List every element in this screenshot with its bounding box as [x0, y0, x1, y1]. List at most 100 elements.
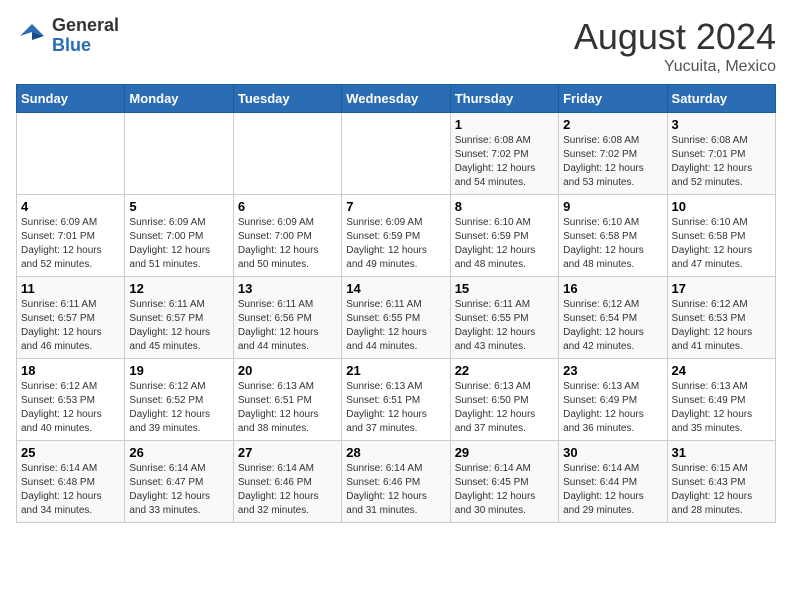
day-number: 18 [21, 363, 120, 378]
day-detail: Sunrise: 6:12 AMSunset: 6:53 PMDaylight:… [21, 380, 120, 436]
day-cell: 13 Sunrise: 6:11 AMSunset: 6:56 PMDayligh… [233, 277, 341, 359]
day-number: 2 [563, 117, 662, 132]
day-detail: Sunrise: 6:10 AMSunset: 6:58 PMDaylight:… [672, 216, 771, 272]
day-cell: 8 Sunrise: 6:10 AMSunset: 6:59 PMDaylight… [450, 195, 558, 277]
day-cell: 15Sunrise: 6:11 AMSunset: 6:55 PMDayligh… [450, 277, 558, 359]
calendar-header: SundayMondayTuesdayWednesdayThursdayFrid… [17, 85, 776, 113]
day-cell: 3 Sunrise: 6:08 AMSunset: 7:01 PMDaylight… [667, 113, 775, 195]
day-number: 23 [563, 363, 662, 378]
header-day-wednesday: Wednesday [342, 85, 450, 113]
day-cell: 22 Sunrise: 6:13 AMSunset: 6:50 PMDayligh… [450, 359, 558, 441]
day-number: 13 [238, 281, 337, 296]
day-number: 6 [238, 199, 337, 214]
day-detail: Sunrise: 6:14 AMSunset: 6:46 PMDaylight:… [346, 462, 445, 518]
day-number: 22 [455, 363, 554, 378]
header-day-saturday: Saturday [667, 85, 775, 113]
day-detail: Sunrise: 6:11 AMSunset: 6:56 PMDaylight:… [238, 298, 337, 354]
day-number: 8 [455, 199, 554, 214]
day-number: 9 [563, 199, 662, 214]
day-number: 14 [346, 281, 445, 296]
header-day-friday: Friday [559, 85, 667, 113]
week-row-2: 11 Sunrise: 6:11 AMSunset: 6:57 PMDayligh… [17, 277, 776, 359]
day-cell: 12 Sunrise: 6:11 AMSunset: 6:57 PMDayligh… [125, 277, 233, 359]
day-cell [125, 113, 233, 195]
day-number: 10 [672, 199, 771, 214]
day-number: 21 [346, 363, 445, 378]
day-cell: 21 Sunrise: 6:13 AMSunset: 6:51 PMDayligh… [342, 359, 450, 441]
day-detail: Sunrise: 6:11 AMSunset: 6:57 PMDaylight:… [129, 298, 228, 354]
calendar-body: 1 Sunrise: 6:08 AMSunset: 7:02 PMDaylight… [17, 113, 776, 523]
day-cell: 7Sunrise: 6:09 AMSunset: 6:59 PMDaylight… [342, 195, 450, 277]
day-detail: Sunrise: 6:14 AMSunset: 6:46 PMDaylight:… [238, 462, 337, 518]
day-detail: Sunrise: 6:12 AMSunset: 6:53 PMDaylight:… [672, 298, 771, 354]
day-detail: Sunrise: 6:09 AMSunset: 7:01 PMDaylight:… [21, 216, 120, 272]
logo-text: General Blue [52, 16, 119, 56]
header-day-monday: Monday [125, 85, 233, 113]
day-detail: Sunrise: 6:08 AMSunset: 7:01 PMDaylight:… [672, 134, 771, 190]
day-detail: Sunrise: 6:13 AMSunset: 6:50 PMDaylight:… [455, 380, 554, 436]
day-cell: 18 Sunrise: 6:12 AMSunset: 6:53 PMDayligh… [17, 359, 125, 441]
month-title: August 2024 [574, 16, 776, 58]
day-detail: Sunrise: 6:13 AMSunset: 6:51 PMDaylight:… [346, 380, 445, 436]
day-detail: Sunrise: 6:14 AMSunset: 6:47 PMDaylight:… [129, 462, 228, 518]
day-detail: Sunrise: 6:13 AMSunset: 6:49 PMDaylight:… [672, 380, 771, 436]
day-cell: 11Sunrise: 6:11 AMSunset: 6:57 PMDayligh… [17, 277, 125, 359]
day-cell [233, 113, 341, 195]
week-row-1: 4 Sunrise: 6:09 AMSunset: 7:01 PMDaylight… [17, 195, 776, 277]
day-cell: 6 Sunrise: 6:09 AMSunset: 7:00 PMDaylight… [233, 195, 341, 277]
day-number: 19 [129, 363, 228, 378]
day-detail: Sunrise: 6:08 AMSunset: 7:02 PMDaylight:… [455, 134, 554, 190]
day-detail: Sunrise: 6:11 AMSunset: 6:55 PMDaylight:… [346, 298, 445, 354]
header-day-thursday: Thursday [450, 85, 558, 113]
logo: General Blue [16, 16, 119, 56]
day-cell [17, 113, 125, 195]
week-row-4: 25Sunrise: 6:14 AMSunset: 6:48 PMDayligh… [17, 441, 776, 523]
day-number: 29 [455, 445, 554, 460]
page-header: General Blue August 2024 Yucuita, Mexico [16, 16, 776, 76]
day-detail: Sunrise: 6:14 AMSunset: 6:45 PMDaylight:… [455, 462, 554, 518]
day-detail: Sunrise: 6:13 AMSunset: 6:51 PMDaylight:… [238, 380, 337, 436]
day-cell: 17 Sunrise: 6:12 AMSunset: 6:53 PMDayligh… [667, 277, 775, 359]
day-detail: Sunrise: 6:12 AMSunset: 6:52 PMDaylight:… [129, 380, 228, 436]
day-cell: 4 Sunrise: 6:09 AMSunset: 7:01 PMDaylight… [17, 195, 125, 277]
day-cell: 14 Sunrise: 6:11 AMSunset: 6:55 PMDayligh… [342, 277, 450, 359]
day-cell: 29 Sunrise: 6:14 AMSunset: 6:45 PMDayligh… [450, 441, 558, 523]
day-detail: Sunrise: 6:10 AMSunset: 6:59 PMDaylight:… [455, 216, 554, 272]
day-cell: 30Sunrise: 6:14 AMSunset: 6:44 PMDayligh… [559, 441, 667, 523]
day-detail: Sunrise: 6:09 AMSunset: 7:00 PMDaylight:… [238, 216, 337, 272]
day-cell: 10 Sunrise: 6:10 AMSunset: 6:58 PMDayligh… [667, 195, 775, 277]
day-number: 11 [21, 281, 120, 296]
day-cell: 19 Sunrise: 6:12 AMSunset: 6:52 PMDayligh… [125, 359, 233, 441]
day-number: 3 [672, 117, 771, 132]
day-number: 17 [672, 281, 771, 296]
day-number: 1 [455, 117, 554, 132]
day-number: 12 [129, 281, 228, 296]
day-cell [342, 113, 450, 195]
day-cell: 28 Sunrise: 6:14 AMSunset: 6:46 PMDayligh… [342, 441, 450, 523]
day-detail: Sunrise: 6:13 AMSunset: 6:49 PMDaylight:… [563, 380, 662, 436]
day-detail: Sunrise: 6:11 AMSunset: 6:55 PMDaylight:… [455, 298, 554, 354]
day-number: 31 [672, 445, 771, 460]
day-detail: Sunrise: 6:12 AMSunset: 6:54 PMDaylight:… [563, 298, 662, 354]
day-number: 4 [21, 199, 120, 214]
day-cell: 27Sunrise: 6:14 AMSunset: 6:46 PMDayligh… [233, 441, 341, 523]
day-cell: 5Sunrise: 6:09 AMSunset: 7:00 PMDaylight… [125, 195, 233, 277]
location: Yucuita, Mexico [574, 58, 776, 76]
day-number: 20 [238, 363, 337, 378]
day-number: 28 [346, 445, 445, 460]
day-cell: 25Sunrise: 6:14 AMSunset: 6:48 PMDayligh… [17, 441, 125, 523]
day-detail: Sunrise: 6:08 AMSunset: 7:02 PMDaylight:… [563, 134, 662, 190]
day-detail: Sunrise: 6:14 AMSunset: 6:48 PMDaylight:… [21, 462, 120, 518]
day-number: 24 [672, 363, 771, 378]
day-cell: 1 Sunrise: 6:08 AMSunset: 7:02 PMDaylight… [450, 113, 558, 195]
day-cell: 26Sunrise: 6:14 AMSunset: 6:47 PMDayligh… [125, 441, 233, 523]
calendar-table: SundayMondayTuesdayWednesdayThursdayFrid… [16, 84, 776, 523]
day-number: 7 [346, 199, 445, 214]
day-cell: 9Sunrise: 6:10 AMSunset: 6:58 PMDaylight… [559, 195, 667, 277]
title-block: August 2024 Yucuita, Mexico [574, 16, 776, 76]
header-day-sunday: Sunday [17, 85, 125, 113]
day-cell: 20 Sunrise: 6:13 AMSunset: 6:51 PMDayligh… [233, 359, 341, 441]
day-detail: Sunrise: 6:15 AMSunset: 6:43 PMDaylight:… [672, 462, 771, 518]
header-row: SundayMondayTuesdayWednesdayThursdayFrid… [17, 85, 776, 113]
day-cell: 2 Sunrise: 6:08 AMSunset: 7:02 PMDaylight… [559, 113, 667, 195]
